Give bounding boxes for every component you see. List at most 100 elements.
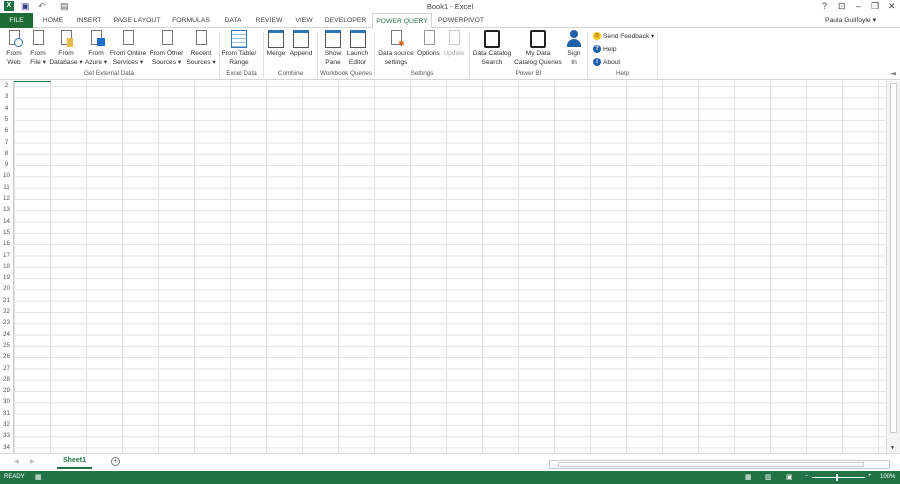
tab-developer[interactable]: DEVELOPER bbox=[323, 13, 368, 28]
tab-review[interactable]: REVIEW bbox=[253, 13, 285, 28]
from-file-button[interactable]: From File ▾ bbox=[27, 30, 49, 67]
row-header[interactable]: 25 bbox=[0, 342, 13, 349]
row-header[interactable]: 19 bbox=[0, 274, 13, 281]
row-header[interactable]: 11 bbox=[0, 184, 13, 191]
from-azure-button[interactable]: From Azure ▾ bbox=[84, 30, 108, 67]
next-sheet-icon[interactable]: ▶ bbox=[30, 458, 35, 465]
from-web-button[interactable]: From Web bbox=[3, 30, 25, 67]
row-header[interactable]: 20 bbox=[0, 285, 13, 292]
my-data-catalog-queries-button[interactable]: My Data Catalog Queries bbox=[514, 30, 562, 67]
row-header[interactable]: 31 bbox=[0, 410, 13, 417]
pin-ribbon-icon[interactable]: ⇥ bbox=[890, 70, 896, 78]
row-header[interactable]: 15 bbox=[0, 229, 13, 236]
zoom-in-icon[interactable]: + bbox=[868, 473, 872, 479]
zoom-level[interactable]: 100% bbox=[880, 474, 895, 480]
tab-insert[interactable]: INSERT bbox=[74, 13, 104, 28]
settings-doc-icon: ✱ bbox=[388, 30, 405, 48]
sign-in-button[interactable]: Sign In bbox=[564, 30, 584, 67]
status-ready: READY bbox=[4, 474, 25, 480]
row-header[interactable]: 29 bbox=[0, 387, 13, 394]
row-header[interactable]: 9 bbox=[0, 161, 13, 168]
row-header[interactable]: 23 bbox=[0, 319, 13, 326]
catalog-search-icon bbox=[484, 30, 500, 48]
normal-view-icon[interactable]: ▦ bbox=[745, 473, 752, 481]
editor-icon bbox=[349, 30, 366, 48]
page-layout-view-icon[interactable]: ▥ bbox=[765, 473, 772, 481]
azure-icon bbox=[88, 30, 105, 48]
row-header[interactable]: 18 bbox=[0, 263, 13, 270]
add-sheet-icon[interactable]: + bbox=[111, 457, 120, 466]
help-icon[interactable]: ? bbox=[822, 1, 827, 11]
group-settings: Settings bbox=[410, 70, 434, 77]
sheet-tab-bar: ◀ ▶ Sheet1 + bbox=[0, 453, 900, 471]
sheet-tab-sheet1[interactable]: Sheet1 bbox=[57, 454, 92, 469]
prev-sheet-icon[interactable]: ◀ bbox=[14, 458, 19, 465]
from-database-button[interactable]: From Database ▾ bbox=[49, 30, 83, 67]
tab-powerpivot[interactable]: POWERPIVOT bbox=[436, 13, 486, 28]
macro-record-icon[interactable]: ▦ bbox=[35, 473, 42, 481]
row-header[interactable]: 3 bbox=[0, 93, 13, 100]
row-header[interactable]: 30 bbox=[0, 398, 13, 405]
tab-power-query[interactable]: POWER QUERY bbox=[372, 13, 432, 29]
vertical-scrollbar[interactable]: ▼ bbox=[886, 81, 900, 453]
worksheet-grid[interactable]: 2 3 4 5 6 7 8 9 10 11 12 13 14 15 16 17 18 19 20 21 22 23 24 25… bbox=[0, 81, 886, 453]
row-header[interactable]: 8 bbox=[0, 150, 13, 157]
row-header[interactable]: 2 bbox=[0, 82, 13, 89]
data-catalog-search-button[interactable]: Data Catalog Search bbox=[470, 30, 514, 67]
horizontal-scrollbar[interactable] bbox=[549, 460, 890, 469]
row-header[interactable]: 4 bbox=[0, 105, 13, 112]
maximize-button[interactable]: ❐ bbox=[871, 1, 879, 12]
close-button[interactable]: ✕ bbox=[888, 1, 896, 12]
data-source-settings-button[interactable]: ✱ Data source settings bbox=[377, 30, 415, 67]
row-header[interactable]: 28 bbox=[0, 376, 13, 383]
row-header[interactable]: 17 bbox=[0, 252, 13, 259]
tab-page-layout[interactable]: PAGE LAYOUT bbox=[111, 13, 163, 28]
row-header[interactable]: 10 bbox=[0, 172, 13, 179]
minimize-button[interactable]: – bbox=[856, 1, 861, 11]
row-header[interactable]: 24 bbox=[0, 331, 13, 338]
row-header[interactable]: 14 bbox=[0, 218, 13, 225]
show-pane-button[interactable]: Show Pane bbox=[322, 30, 344, 67]
row-header[interactable]: 6 bbox=[0, 127, 13, 134]
row-header[interactable]: 27 bbox=[0, 365, 13, 372]
row-header[interactable]: 22 bbox=[0, 308, 13, 315]
append-button[interactable]: Append bbox=[288, 30, 314, 58]
from-online-services-button[interactable]: From Online Services ▾ bbox=[109, 30, 147, 67]
group-excel-data: Excel Data bbox=[226, 70, 257, 77]
tab-view[interactable]: VIEW bbox=[292, 13, 316, 28]
pane-icon bbox=[325, 30, 341, 48]
zoom-out-icon[interactable]: – bbox=[805, 473, 808, 479]
zoom-slider[interactable] bbox=[812, 474, 865, 481]
help-button[interactable]: ? Help bbox=[593, 45, 617, 53]
from-other-sources-button[interactable]: From Other Sources ▾ bbox=[148, 30, 185, 67]
tab-data[interactable]: DATA bbox=[220, 13, 246, 28]
user-account[interactable]: Paula Guilfoyle ▾ bbox=[824, 16, 876, 25]
info-icon: i bbox=[593, 58, 601, 66]
row-header[interactable]: 26 bbox=[0, 353, 13, 360]
send-feedback-button[interactable]: ☺ Send Feedback ▾ bbox=[593, 32, 654, 40]
row-header[interactable]: 12 bbox=[0, 195, 13, 202]
row-header[interactable]: 34 bbox=[0, 444, 13, 451]
tab-formulas[interactable]: FORMULAS bbox=[170, 13, 212, 28]
merge-button[interactable]: Merge bbox=[265, 30, 287, 58]
row-header[interactable]: 16 bbox=[0, 240, 13, 247]
about-button[interactable]: i About bbox=[593, 58, 620, 66]
group-help: Help bbox=[616, 70, 629, 77]
page-break-view-icon[interactable]: ▣ bbox=[786, 473, 793, 481]
row-header[interactable]: 32 bbox=[0, 421, 13, 428]
tab-home[interactable]: HOME bbox=[38, 13, 68, 28]
options-button[interactable]: Options bbox=[416, 30, 441, 58]
ribbon-display-icon[interactable]: ⊡ bbox=[838, 1, 846, 12]
update-button[interactable]: Update bbox=[442, 30, 466, 58]
row-header[interactable]: 33 bbox=[0, 432, 13, 439]
window-title: Book1 - Excel bbox=[426, 2, 474, 11]
row-headers: 2 3 4 5 6 7 8 9 10 11 12 13 14 15 16 17 18 19 20 21 22 23 24 25… bbox=[0, 81, 14, 453]
row-header[interactable]: 5 bbox=[0, 116, 13, 123]
row-header[interactable]: 13 bbox=[0, 206, 13, 213]
from-table-button[interactable]: From Table/Range bbox=[220, 30, 258, 67]
row-header[interactable]: 7 bbox=[0, 139, 13, 146]
launch-editor-button[interactable]: Launch Editor bbox=[345, 30, 370, 67]
recent-sources-button[interactable]: Recent Sources ▾ bbox=[186, 30, 216, 67]
row-header[interactable]: 21 bbox=[0, 297, 13, 304]
tab-file[interactable]: FILE bbox=[0, 13, 33, 28]
